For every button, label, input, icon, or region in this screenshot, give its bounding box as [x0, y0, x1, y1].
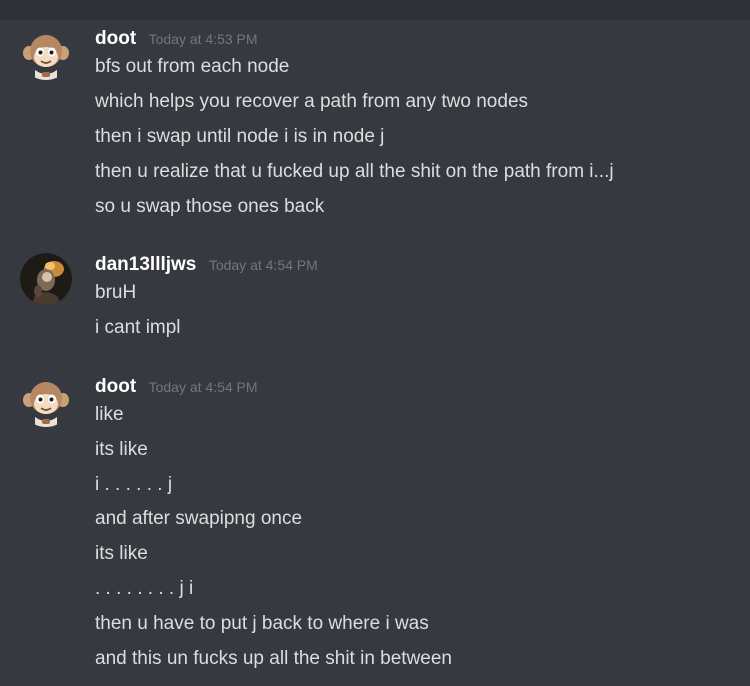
username[interactable]: doot: [95, 376, 136, 397]
message-text: so u swap those ones back: [95, 196, 325, 217]
message-header: dan13llljws Today at 4:54 PM: [95, 254, 318, 278]
message-text: then u realize that u fucked up all the …: [95, 161, 614, 182]
timestamp: Today at 4:54 PM: [208, 257, 318, 273]
message-text: . . . . . . . . j i: [95, 578, 194, 599]
monkey-avatar-icon[interactable]: [20, 28, 72, 80]
message-header: doot Today at 4:54 PM: [95, 376, 258, 400]
message-text: its like: [95, 439, 148, 460]
message-text: its like: [95, 543, 148, 564]
top-bar: [0, 0, 750, 20]
message-text: bruH: [95, 282, 137, 303]
message-header: doot Today at 4:53 PM: [95, 28, 258, 52]
message-text: and after swapipng once: [95, 508, 303, 529]
username[interactable]: doot: [95, 28, 136, 49]
message-text: which helps you recover a path from any …: [95, 91, 529, 112]
message-text: bfs out from each node: [95, 56, 290, 77]
message-text: then i swap until node i is in node j: [95, 126, 385, 147]
message-text: i . . . . . . j: [95, 474, 173, 495]
character-avatar-icon[interactable]: [20, 253, 72, 305]
timestamp: Today at 4:53 PM: [148, 31, 258, 47]
timestamp: Today at 4:54 PM: [148, 379, 258, 395]
message-text: and this un fucks up all the shit in bet…: [95, 648, 453, 669]
username[interactable]: dan13llljws: [95, 254, 196, 275]
message-text: like: [95, 404, 124, 425]
message-text: then u have to put j back to where i was: [95, 613, 429, 634]
message-text: i cant impl: [95, 317, 181, 338]
monkey-avatar-icon[interactable]: [20, 375, 72, 427]
